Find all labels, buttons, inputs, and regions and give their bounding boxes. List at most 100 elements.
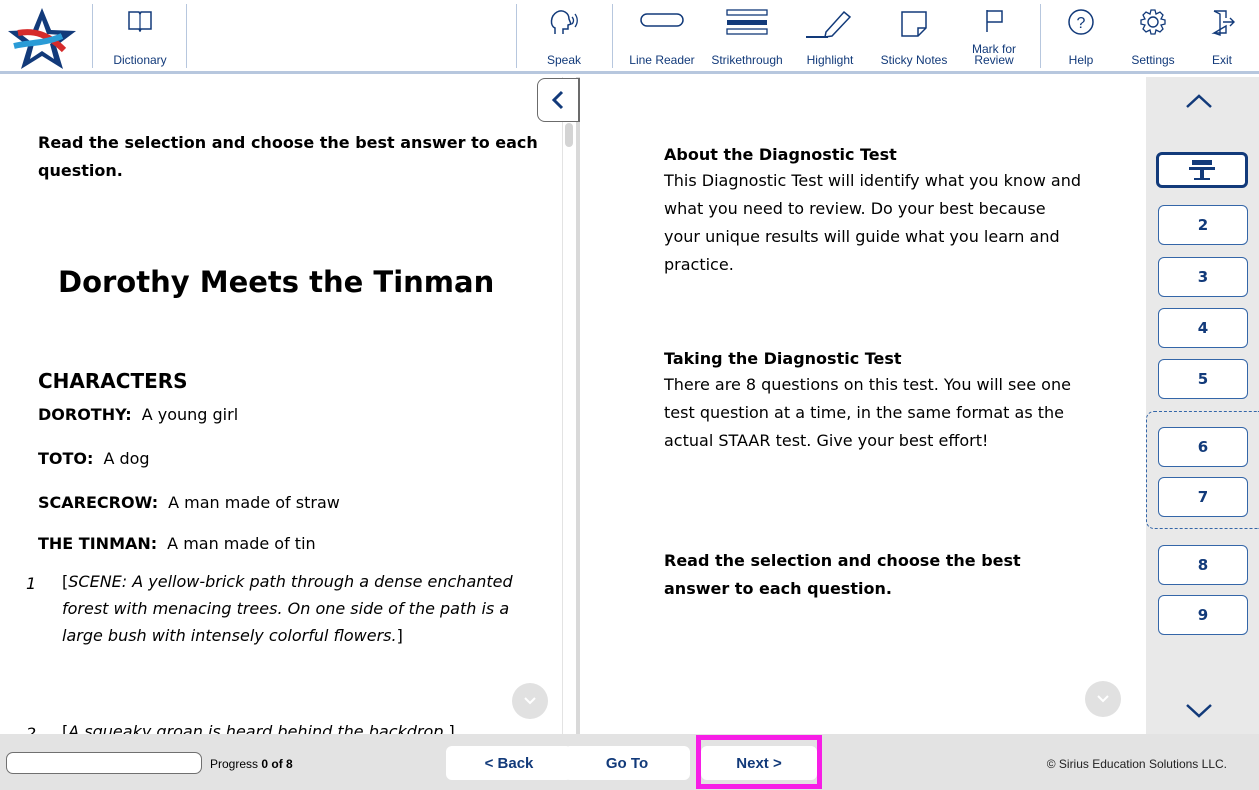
progress-value: 0 of 8 — [261, 757, 293, 771]
question-button-6[interactable]: 6 — [1158, 427, 1248, 467]
progress-label: Progress 0 of 8 — [210, 757, 293, 771]
character-entry: DOROTHY: A young girl — [38, 405, 238, 424]
passage-pane[interactable]: Read the selection and choose the best a… — [0, 77, 562, 734]
passage-scroll-down-button[interactable] — [512, 683, 548, 719]
bottom-bar: Progress 0 of 8 < Back Go To Next > © Si… — [0, 734, 1259, 790]
info-pane[interactable]: About the Diagnostic Test This Diagnosti… — [580, 77, 1146, 734]
toolbar-separator — [612, 4, 613, 68]
chevron-left-icon — [551, 90, 564, 110]
help-button[interactable]: ? Help — [1056, 6, 1106, 68]
question-sidebar: 2 3 4 5 6 7 8 9 — [1146, 77, 1259, 734]
info-instructions: Read the selection and choose the best a… — [664, 551, 1021, 598]
book-icon — [128, 11, 152, 32]
speak-button[interactable]: Speak — [538, 6, 590, 68]
toolbar: Dictionary Speak Line Reader Strikethrou… — [0, 0, 1259, 74]
speaker-head-icon — [550, 10, 578, 34]
passage-paragraph: [SCENE: A yellow-brick path through a de… — [62, 568, 542, 649]
stage-direction: A squeaky groan is heard behind the back… — [68, 722, 449, 734]
stage-bracket-close: ] — [396, 626, 403, 645]
stage-direction: SCENE: A yellow-brick path through a den… — [62, 572, 513, 645]
back-button[interactable]: < Back — [446, 746, 572, 780]
character-name: SCARECROW: — [38, 493, 159, 512]
chevron-down-icon — [524, 697, 536, 705]
svg-text:?: ? — [1077, 15, 1086, 32]
chevron-up-icon — [1186, 94, 1212, 108]
question-button-4[interactable]: 4 — [1158, 308, 1248, 348]
chevron-down-icon — [1186, 704, 1212, 718]
mark-for-review-label: Mark for Review — [972, 43, 1016, 68]
help-icon: ? — [1068, 9, 1094, 35]
progress-bar — [6, 752, 202, 774]
question-button-5[interactable]: 5 — [1158, 359, 1248, 399]
taking-text: There are 8 questions on this test. You … — [664, 375, 1071, 450]
taking-heading: Taking the Diagnostic Test — [664, 349, 902, 368]
mark-for-review-label-line2: Review — [974, 53, 1014, 67]
exit-door-icon — [1211, 10, 1235, 36]
toolbar-separator — [92, 4, 93, 68]
character-entry: THE TINMAN: A man made of tin — [38, 534, 316, 553]
question-button-9[interactable]: 9 — [1158, 595, 1248, 635]
info-scroll-down-button[interactable] — [1085, 681, 1121, 717]
question-button-8[interactable]: 8 — [1158, 545, 1248, 585]
strikethrough-button[interactable]: Strikethrough — [704, 6, 790, 68]
highlighter-pen-icon — [806, 10, 852, 38]
question-scroll-up-button[interactable] — [1184, 91, 1214, 115]
passage-scrollbar[interactable] — [562, 77, 576, 734]
toolbar-separator — [1040, 4, 1041, 68]
line-reader-label: Line Reader — [629, 53, 695, 67]
toolbar-separator — [516, 4, 517, 68]
character-description: A dog — [103, 449, 150, 468]
character-entry: TOTO: A dog — [38, 449, 150, 468]
passage-scrollbar-thumb[interactable] — [565, 123, 573, 147]
sticky-notes-label: Sticky Notes — [880, 53, 948, 67]
stage-bracket-close: ] — [448, 722, 455, 734]
strikethrough-label: Strikethrough — [711, 53, 783, 67]
character-description: A young girl — [141, 405, 239, 424]
passage-title: Dorothy Meets the Tinman — [58, 265, 495, 299]
question-button-7[interactable]: 7 — [1158, 477, 1248, 517]
toolbar-separator — [186, 4, 187, 68]
line-reader-icon — [640, 13, 684, 27]
question-intro-button[interactable] — [1156, 152, 1248, 188]
passage-paragraph: [A squeaky groan is heard behind the bac… — [62, 718, 542, 734]
character-description: A man made of tin — [167, 534, 316, 553]
character-name: TOTO: — [38, 449, 94, 468]
mark-for-review-button[interactable]: Mark for Review — [962, 6, 1026, 68]
progress-label-text: Progress — [210, 757, 259, 771]
about-heading: About the Diagnostic Test — [664, 145, 897, 164]
highlight-button[interactable]: Highlight — [798, 6, 862, 68]
paragraph-number: 2 — [26, 724, 37, 734]
line-reader-button[interactable]: Line Reader — [622, 6, 702, 68]
speak-label: Speak — [546, 53, 582, 67]
exit-label: Exit — [1211, 53, 1232, 67]
collapse-left-button[interactable] — [537, 78, 579, 122]
character-description: A man made of straw — [168, 493, 340, 512]
character-name: THE TINMAN: — [38, 534, 158, 553]
chevron-down-icon — [1097, 695, 1109, 703]
characters-heading: CHARACTERS — [38, 369, 188, 393]
flag-icon — [986, 10, 1003, 32]
gear-icon — [1140, 9, 1166, 35]
question-button-2[interactable]: 2 — [1158, 205, 1248, 245]
highlight-label: Highlight — [806, 53, 854, 67]
copyright-text: © Sirius Education Solutions LLC. — [1046, 757, 1227, 771]
next-button-highlight — [696, 735, 822, 789]
question-scroll-down-button[interactable] — [1184, 701, 1214, 725]
settings-button[interactable]: Settings — [1124, 6, 1182, 68]
paragraph-number: 1 — [26, 574, 37, 593]
goto-button[interactable]: Go To — [564, 746, 690, 780]
exit-button[interactable]: Exit — [1196, 6, 1248, 68]
passage-instructions: Read the selection and choose the best a… — [38, 133, 538, 180]
about-text: This Diagnostic Test will identify what … — [664, 171, 1082, 274]
sticky-notes-button[interactable]: Sticky Notes — [872, 6, 956, 68]
question-button-3[interactable]: 3 — [1158, 257, 1248, 297]
character-entry: SCARECROW: A man made of straw — [38, 493, 340, 512]
strikethrough-icon — [726, 9, 768, 35]
help-label: Help — [1068, 53, 1094, 67]
dictionary-label: Dictionary — [113, 53, 167, 67]
podium-icon — [1189, 160, 1215, 180]
star-logo-icon — [4, 6, 80, 70]
character-name: DOROTHY: — [38, 405, 132, 424]
dictionary-button[interactable]: Dictionary — [104, 6, 176, 68]
sticky-note-icon — [901, 11, 927, 37]
